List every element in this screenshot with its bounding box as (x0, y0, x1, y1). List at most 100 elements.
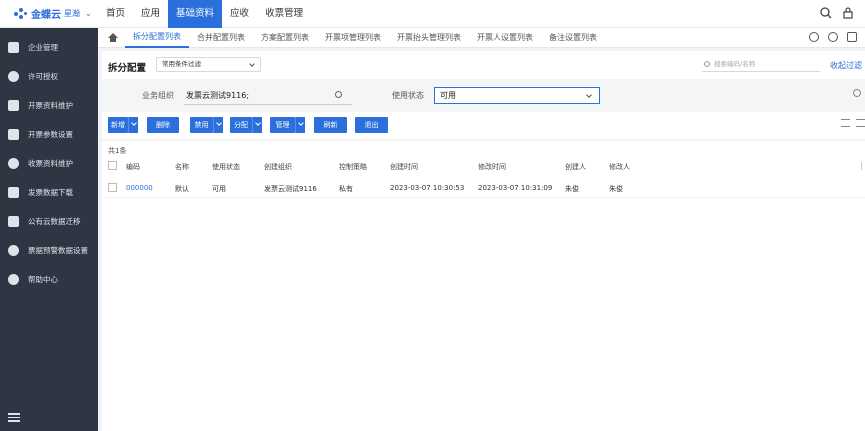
app-logo[interactable]: 金蝶云 星瀚 ⌄ (0, 0, 98, 28)
data-grid: 共1条 编码 名称 使用状态 创建组织 控制策略 创建时间 修改时间 创建人 修… (102, 141, 865, 431)
cell-status: 可用 (212, 185, 226, 193)
cell-name: 默认 (175, 185, 189, 193)
sidebar-item-label: 帮助中心 (28, 275, 58, 284)
toolbar: 新增 删除 禁用 分配 管理 刷新 退出 (102, 117, 865, 134)
sidebar-item-help[interactable]: 帮助中心 (0, 265, 98, 294)
filter-scheme-select[interactable]: 常用条件过滤 (156, 57, 261, 72)
grid-view-icon[interactable] (856, 119, 865, 127)
disable-dropdown-button[interactable] (213, 117, 223, 133)
record-count: 共1条 (108, 147, 127, 155)
sidebar-item-label: 收票资料维护 (28, 159, 73, 168)
home-icon[interactable] (108, 32, 118, 43)
list-view-icon[interactable] (841, 119, 850, 127)
sidebar-item-label: 许可授权 (28, 72, 58, 81)
tab-invoice-items[interactable]: 开票项管理列表 (317, 28, 389, 48)
refresh-button[interactable]: 刷新 (314, 117, 347, 133)
header-created-time[interactable]: 创建时间 (390, 162, 418, 172)
manage-button[interactable]: 管理 (270, 117, 295, 133)
building-icon (8, 42, 19, 53)
search-placeholder: 搜索编码/名称 (714, 60, 756, 68)
sidebar: 企业管理 许可授权 开票资料维护 开票参数设置 收票资料维护 发票数据下载 公有… (0, 28, 98, 431)
nav-receivable[interactable]: 应收 (222, 0, 257, 28)
sidebar-item-label: 公有云数据迁移 (28, 217, 81, 226)
folder-icon (8, 216, 19, 227)
search-input[interactable]: 搜索编码/名称 (702, 57, 820, 72)
status-value: 可用 (440, 91, 456, 100)
tab-remarks[interactable]: 备注设置列表 (541, 28, 605, 48)
settings-icon (8, 158, 19, 169)
row-checkbox[interactable] (108, 183, 117, 192)
nav-home[interactable]: 首页 (98, 0, 133, 28)
status-select[interactable]: 可用 (434, 87, 600, 104)
collapse-filter-link[interactable]: 收起过滤 (830, 60, 862, 71)
nav-apps[interactable]: 应用 (133, 0, 168, 28)
collapse-sidebar-icon[interactable] (8, 413, 20, 423)
tab-split-config[interactable]: 拆分配置列表 (125, 28, 189, 48)
header-created-org[interactable]: 创建组织 (264, 162, 292, 172)
search-icon (704, 61, 710, 67)
tab-scheme-config[interactable]: 方案配置列表 (253, 28, 317, 48)
chevron-down-icon (249, 61, 255, 67)
tab-invoice-title[interactable]: 开票抬头管理列表 (389, 28, 469, 48)
search-icon[interactable] (335, 91, 342, 98)
filter-panel: 拆分配置 常用条件过滤 搜索编码/名称 收起过滤 业务组织 发票云测试9116;… (102, 51, 865, 139)
gear-icon[interactable] (853, 89, 861, 97)
sidebar-item-license[interactable]: 许可授权 (0, 62, 98, 91)
nav-basic-data[interactable]: 基础资料 (168, 0, 223, 28)
header-name[interactable]: 名称 (175, 162, 189, 172)
new-button[interactable]: 新增 (108, 117, 128, 133)
sidebar-item-warning[interactable]: 票据预警数据设置 (0, 236, 98, 265)
main-area: 拆分配置 常用条件过滤 搜索编码/名称 收起过滤 业务组织 发票云测试9116;… (98, 48, 865, 431)
menu-icon[interactable] (847, 32, 857, 42)
document-icon (8, 129, 19, 140)
sidebar-item-invoice-data[interactable]: 开票资料维护 (0, 91, 98, 120)
logo-text: 金蝶云 (31, 10, 61, 21)
store-icon (8, 100, 19, 111)
column-settings-icon[interactable] (861, 162, 865, 170)
tab-merge-config[interactable]: 合并配置列表 (189, 28, 253, 48)
select-all-checkbox[interactable] (108, 161, 117, 170)
header-code[interactable]: 编码 (126, 162, 140, 172)
delete-button[interactable]: 删除 (147, 117, 179, 133)
box-icon (8, 187, 19, 198)
sidebar-item-enterprise[interactable]: 企业管理 (0, 33, 98, 62)
header-modifier[interactable]: 修改人 (609, 162, 630, 172)
sidebar-item-label: 企业管理 (28, 43, 58, 52)
status-label: 使用状态 (392, 91, 424, 100)
assign-dropdown-button[interactable] (252, 117, 262, 133)
lock-icon[interactable] (841, 6, 855, 20)
logo-sub: 星瀚 (64, 9, 80, 18)
header-modified-time[interactable]: 修改时间 (478, 162, 506, 172)
top-nav: 首页 应用 基础资料 应收 收票管理 (98, 0, 311, 28)
sidebar-item-invoice-params[interactable]: 开票参数设置 (0, 120, 98, 149)
header-creator[interactable]: 创建人 (565, 162, 586, 172)
cell-code[interactable]: 000000 (126, 184, 153, 192)
gear-icon (8, 71, 19, 82)
sidebar-item-receipt-data[interactable]: 收票资料维护 (0, 149, 98, 178)
org-value[interactable]: 发票云测试9116; (186, 90, 249, 101)
disable-button[interactable]: 禁用 (190, 117, 213, 133)
sidebar-item-download[interactable]: 发票数据下载 (0, 178, 98, 207)
sidebar-item-label: 发票数据下载 (28, 188, 73, 197)
sidebar-item-label: 开票资料维护 (28, 101, 73, 110)
search-icon[interactable] (819, 6, 833, 20)
manage-dropdown-button[interactable] (295, 117, 305, 133)
help-icon[interactable] (828, 32, 838, 42)
bulb-icon[interactable] (809, 32, 819, 42)
exit-button[interactable]: 退出 (355, 117, 388, 133)
tab-invoicer[interactable]: 开票人设置列表 (469, 28, 541, 48)
sidebar-item-migration[interactable]: 公有云数据迁移 (0, 207, 98, 236)
cell-created-org: 发票云测试9116 (264, 185, 317, 193)
users-icon (8, 245, 19, 256)
top-bar: 金蝶云 星瀚 ⌄ 首页 应用 基础资料 应收 收票管理 (0, 0, 865, 28)
new-dropdown-button[interactable] (128, 117, 138, 133)
assign-button[interactable]: 分配 (230, 117, 252, 133)
table-row[interactable]: 000000 默认 可用 发票云测试9116 私有 2023-03-07 10:… (102, 179, 865, 198)
help-icon (8, 274, 19, 285)
logo-icon (14, 7, 28, 20)
header-control-policy[interactable]: 控制策略 (339, 162, 367, 172)
tab-bar: 拆分配置列表 合并配置列表 方案配置列表 开票项管理列表 开票抬头管理列表 开票… (98, 28, 865, 48)
nav-invoice-receipt[interactable]: 收票管理 (257, 0, 311, 28)
header-status[interactable]: 使用状态 (212, 162, 240, 172)
cell-creator: 朱俊 (565, 185, 579, 193)
